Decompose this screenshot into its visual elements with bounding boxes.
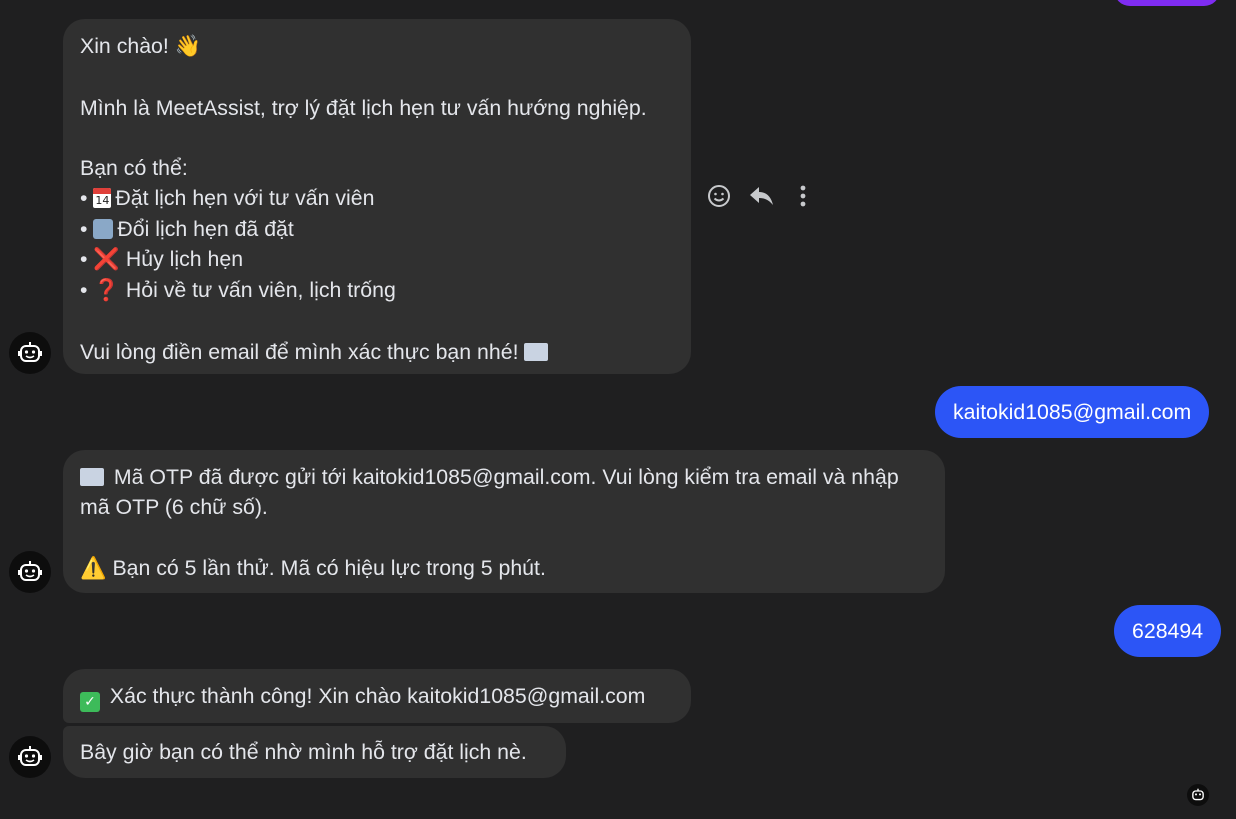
waving-hand-icon: 👋	[174, 34, 202, 59]
user-email-message[interactable]: kaitokid1085@gmail.com	[935, 386, 1210, 438]
previous-user-message-bubble	[1114, 0, 1220, 6]
intro-text: Mình là MeetAssist, trợ lý đặt lịch hẹn …	[80, 95, 647, 120]
email-icon	[80, 468, 104, 486]
option-item: • Đổi lịch hẹn đã đặt	[80, 216, 294, 241]
warning-icon: ⚠️	[80, 555, 107, 581]
bot-avatar[interactable]	[9, 332, 51, 374]
option-item: • ❓ Hỏi về tư vấn viên, lịch trống	[80, 278, 396, 303]
robot-icon	[1192, 788, 1204, 801]
user-otp-message[interactable]: 628494	[1114, 605, 1222, 657]
bot-otp-message[interactable]: Mã OTP đã được gửi tới kaitokid1085@gmai…	[63, 450, 945, 593]
success-text: Xác thực thành công! Xin chào kaitokid10…	[109, 684, 646, 708]
react-emoji-icon[interactable]	[704, 180, 734, 212]
robot-icon	[18, 342, 42, 362]
bot-avatar[interactable]	[9, 736, 51, 778]
bot-followup-message[interactable]: Bây giờ bạn có thể nhờ mình hỗ trợ đặt l…	[63, 726, 566, 778]
calendar-icon: 14	[93, 188, 112, 209]
bot-success-message[interactable]: ✓ Xác thực thành công! Xin chào kaitokid…	[63, 669, 691, 723]
greeting-text: Xin chào!	[80, 34, 169, 58]
bot-avatar[interactable]	[9, 551, 51, 593]
seen-receipt-avatar	[1187, 784, 1209, 806]
option-item: • 14 Đặt lịch hẹn với tư vấn viên	[80, 186, 375, 211]
closing-text: Vui lòng điền email để mình xác thực bạn…	[80, 339, 519, 364]
more-options-icon[interactable]	[788, 180, 818, 212]
question-mark-icon: ❓	[93, 278, 120, 304]
otp-attempts-text: Bạn có 5 lần thử. Mã có hiệu lực trong 5…	[112, 555, 546, 580]
robot-icon	[18, 746, 42, 766]
bot-welcome-message[interactable]: Xin chào! 👋 Mình là MeetAssist, trợ lý đ…	[63, 19, 691, 374]
option-item: • ❌ Hủy lịch hẹn	[80, 247, 243, 272]
otp-sent-text: Mã OTP đã được gửi tới kaitokid1085@gmai…	[80, 465, 899, 520]
options-title: Bạn có thể:	[80, 156, 188, 181]
robot-icon	[18, 561, 42, 581]
check-mark-icon: ✓	[80, 692, 100, 712]
reply-icon[interactable]	[747, 180, 777, 212]
red-x-icon: ❌	[93, 247, 120, 273]
email-icon	[524, 342, 549, 361]
arrows-cycle-icon	[93, 218, 114, 239]
